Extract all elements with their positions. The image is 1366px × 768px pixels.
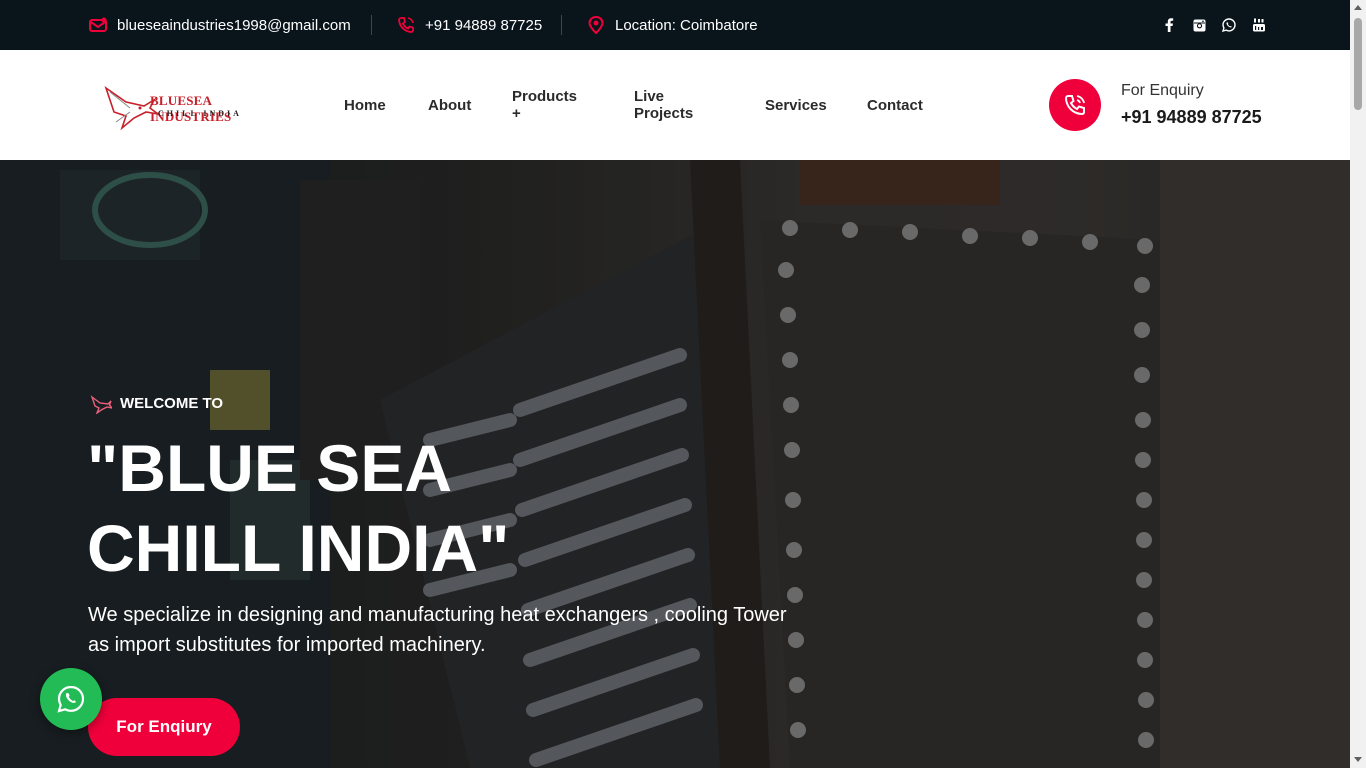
topbar-location: Location: Coimbatore <box>586 0 758 50</box>
topbar-email[interactable]: blueseaindustries1998@gmail.com <box>88 0 351 50</box>
youtube-icon[interactable] <box>1252 18 1266 32</box>
nav-live-projects[interactable]: Live Projects <box>634 88 693 122</box>
nav-home[interactable]: Home <box>344 97 386 114</box>
phone-call-icon <box>1064 95 1085 116</box>
topbar-phone-text: +91 94889 87725 <box>425 16 543 34</box>
facebook-icon[interactable] <box>1162 18 1176 32</box>
topbar-divider <box>561 15 562 35</box>
social-links <box>1146 0 1266 50</box>
topbar-divider <box>371 15 372 35</box>
marlin-icon <box>90 395 112 414</box>
scroll-down-arrow[interactable] <box>1354 757 1362 762</box>
email-icon <box>88 15 108 35</box>
enquiry-phone[interactable]: +91 94889 87725 <box>1121 107 1262 128</box>
whatsapp-icon[interactable] <box>1222 18 1236 32</box>
enquiry-call-button[interactable] <box>1049 79 1101 131</box>
hero-title-line1: "BLUE SEA <box>87 431 452 505</box>
top-bar: blueseaindustries1998@gmail.com +91 9488… <box>0 0 1350 50</box>
welcome-tag: WELCOME TO <box>90 392 223 414</box>
logo-subtitle: CHILL INDIA <box>158 109 242 118</box>
hero-title: "BLUE SEA CHILL INDIA" <box>87 428 687 588</box>
phone-icon <box>396 15 416 35</box>
hero-enquiry-button[interactable]: For Enqiury <box>88 698 240 756</box>
nav-about[interactable]: About <box>428 97 471 114</box>
nav-contact[interactable]: Contact <box>867 97 923 114</box>
scroll-thumb[interactable] <box>1354 18 1362 110</box>
hero-description: We specialize in designing and manufactu… <box>88 604 787 656</box>
topbar-phone[interactable]: +91 94889 87725 <box>396 0 542 50</box>
topbar-location-text: Location: Coimbatore <box>615 16 758 34</box>
hero-title-line2: CHILL INDIA" <box>87 511 510 585</box>
location-icon <box>586 15 606 35</box>
site-header: BLUESEA INDUSTRIES CHILL INDIA Home Abou… <box>0 50 1350 160</box>
scroll-up-arrow[interactable] <box>1354 5 1362 10</box>
page-scrollbar[interactable] <box>1350 0 1366 768</box>
nav-products[interactable]: Products + <box>512 88 577 122</box>
logo[interactable]: BLUESEA INDUSTRIES CHILL INDIA <box>100 78 280 134</box>
welcome-text: WELCOME TO <box>120 394 224 412</box>
instagram-icon[interactable] <box>1192 18 1206 32</box>
whatsapp-icon <box>57 685 85 713</box>
nav-services[interactable]: Services <box>765 97 827 114</box>
hero-banner: WELCOME TO "BLUE SEA CHILL INDIA" We spe… <box>0 160 1350 768</box>
whatsapp-float-button[interactable] <box>40 668 102 730</box>
enquiry-label: For Enquiry <box>1121 82 1204 99</box>
topbar-email-text: blueseaindustries1998@gmail.com <box>117 16 351 34</box>
